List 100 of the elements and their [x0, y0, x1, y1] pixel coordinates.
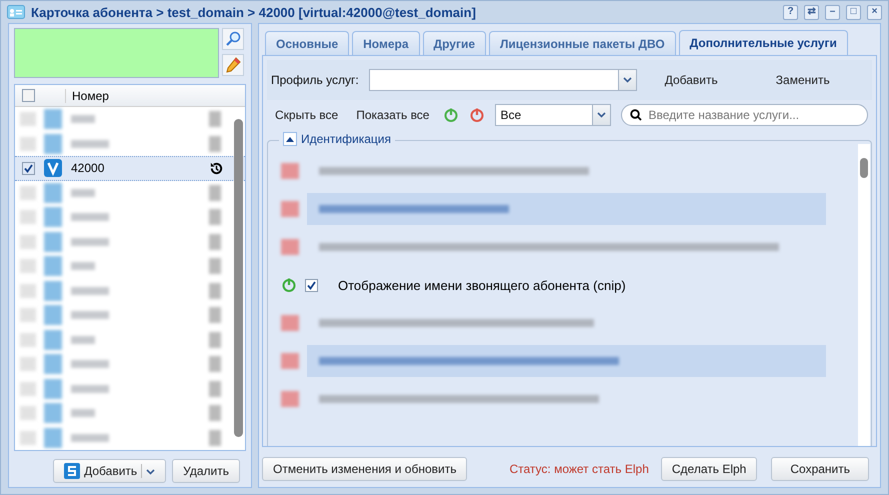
- redacted-text: [71, 384, 109, 393]
- redacted-icon: [209, 209, 221, 226]
- redacted-icon: [209, 356, 221, 372]
- redacted-text: [71, 311, 109, 320]
- redacted-icon: [44, 134, 62, 154]
- make-elph-button[interactable]: Сделать Elph: [660, 457, 758, 481]
- redacted-icon: [281, 391, 299, 407]
- redacted-icon: [281, 239, 299, 255]
- redacted-patch: [20, 259, 36, 274]
- redacted-patch: [20, 406, 36, 420]
- service-checkbox[interactable]: [305, 278, 318, 292]
- redacted-text: [71, 286, 109, 295]
- redacted-text: [71, 360, 109, 368]
- redacted-icon: [44, 305, 62, 326]
- redacted-icon: [44, 256, 62, 276]
- header-checkbox[interactable]: [22, 89, 34, 102]
- v-badge-icon: [44, 159, 62, 178]
- window-control-button[interactable]: ×: [867, 4, 882, 20]
- redacted-text: [71, 115, 95, 124]
- redacted-icon: [281, 201, 299, 217]
- redacted-icon: [209, 258, 221, 274]
- redacted-patch: [20, 186, 36, 200]
- redacted-icon: [209, 307, 221, 324]
- redacted-icon: [44, 109, 62, 130]
- redacted-icon: [209, 282, 221, 299]
- caret-icon: [597, 112, 606, 118]
- redacted-icon: [281, 353, 299, 369]
- redacted-patch: [20, 112, 36, 126]
- power-on-icon[interactable]: [443, 107, 460, 123]
- edit-button[interactable]: [222, 54, 244, 76]
- redacted-patch: [20, 308, 36, 322]
- redacted-text: [71, 140, 109, 148]
- redacted-icon: [44, 403, 62, 424]
- s-badge-icon: [64, 463, 80, 479]
- redacted-icon: [44, 330, 62, 350]
- number-text: 42000: [71, 161, 104, 176]
- redacted-patch: [20, 234, 36, 249]
- filter-select[interactable]: Все: [495, 104, 612, 126]
- search-icon: [630, 109, 642, 121]
- redacted-patch: [20, 136, 36, 151]
- service-search-field[interactable]: Введите название услуги...: [621, 104, 868, 126]
- window-control-button[interactable]: □: [846, 4, 861, 20]
- power-icon[interactable]: [281, 277, 297, 293]
- tab[interactable]: Лицензионные пакеты ДВО: [489, 31, 676, 55]
- redacted-icon: [281, 315, 299, 331]
- show-all-link[interactable]: Показать все: [352, 108, 434, 122]
- history-icon[interactable]: [209, 160, 224, 176]
- redacted-icon: [44, 207, 62, 228]
- replace-link[interactable]: Заменить: [772, 73, 834, 87]
- service-name: Отображение имени звонящего абонента (cnip): [338, 278, 626, 292]
- redacted-text: [71, 262, 95, 270]
- redacted-icon: [44, 232, 62, 252]
- window-control-button[interactable]: –: [825, 4, 840, 20]
- tab[interactable]: Номера: [352, 31, 420, 55]
- redacted-icon: [209, 332, 221, 348]
- add-link[interactable]: Добавить: [660, 73, 722, 87]
- window-control-button[interactable]: ?: [783, 4, 798, 20]
- redacted-patch: [20, 382, 36, 396]
- window-control-button[interactable]: ⇄: [804, 4, 819, 20]
- redacted-icon: [44, 280, 62, 301]
- redacted-text: [71, 336, 95, 344]
- save-button[interactable]: Сохранить: [771, 457, 869, 481]
- window-title: Карточка абонента > test_domain > 42000 [virtual:42000@test_domain]: [31, 4, 477, 20]
- redacted-text: [71, 409, 95, 418]
- group-title: Идентификация: [301, 132, 391, 146]
- redacted-icon: [209, 184, 221, 201]
- pencil-icon: [225, 57, 241, 73]
- add-button[interactable]: Добавить: [53, 459, 166, 483]
- tab[interactable]: Основные: [265, 31, 350, 55]
- search-icon: [225, 31, 241, 47]
- tab[interactable]: Другие: [422, 31, 486, 55]
- collapse-button[interactable]: [283, 132, 297, 146]
- redacted-patch: [20, 332, 36, 347]
- redacted-patch: [20, 210, 36, 224]
- tab[interactable]: Дополнительные услуги: [678, 30, 848, 55]
- row-checkbox[interactable]: [22, 162, 34, 175]
- redacted-icon: [44, 428, 62, 448]
- redacted-text: [71, 434, 109, 442]
- profile-select[interactable]: [368, 69, 637, 91]
- redacted-icon: [44, 354, 62, 374]
- scrollbar[interactable]: [858, 144, 870, 446]
- number-row[interactable]: 42000: [15, 156, 245, 180]
- redacted-icon: [209, 380, 221, 397]
- column-header[interactable]: Номер: [72, 88, 109, 102]
- redacted-patch: [20, 357, 36, 372]
- search-button[interactable]: [222, 28, 244, 50]
- redacted-patch: [20, 430, 36, 445]
- redacted-text: [71, 213, 109, 222]
- redacted-icon: [209, 136, 221, 152]
- redacted-icon: [209, 111, 221, 128]
- caret-icon: [146, 469, 156, 475]
- revert-button[interactable]: Отменить изменения и обновить: [262, 457, 468, 481]
- redacted-patch: [20, 284, 36, 298]
- redacted-icon: [209, 430, 221, 446]
- delete-button[interactable]: Удалить: [172, 459, 240, 483]
- card-icon: [7, 5, 25, 19]
- hide-all-link[interactable]: Скрыть все: [271, 108, 342, 122]
- status-text: Статус: может стать Elph: [509, 462, 649, 476]
- redacted-icon: [44, 378, 62, 399]
- power-off-icon[interactable]: [469, 107, 486, 123]
